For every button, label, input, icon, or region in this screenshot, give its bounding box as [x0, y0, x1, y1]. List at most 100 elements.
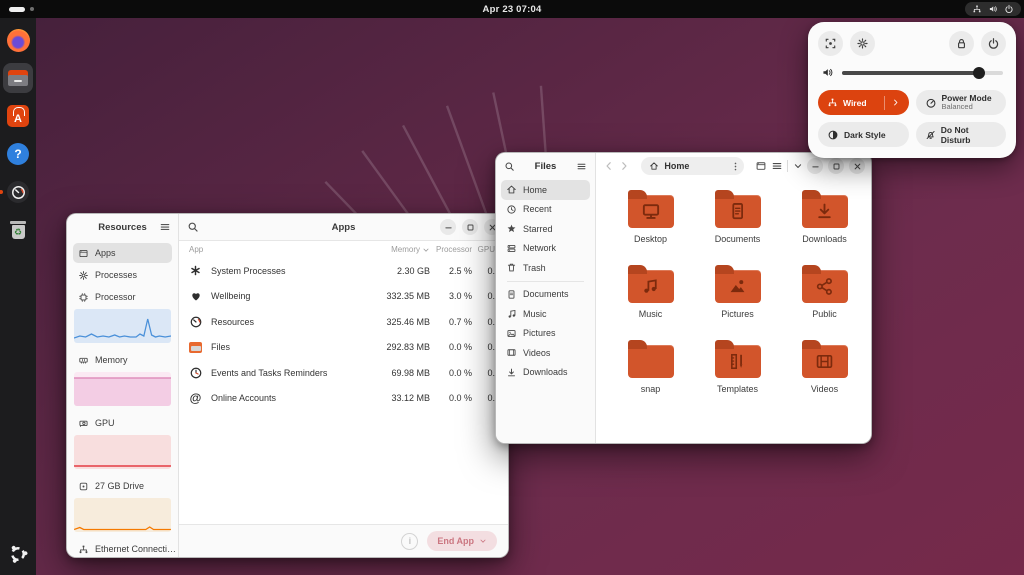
- files-window-title: Files: [535, 161, 557, 172]
- minimize-button[interactable]: [807, 158, 823, 174]
- table-row[interactable]: System Processes 2.30 GB 2.5 % 0.: [179, 258, 508, 284]
- folder-label: snap: [641, 384, 661, 394]
- maximize-button[interactable]: [462, 219, 478, 235]
- music-glyph-icon: [640, 276, 661, 297]
- power-mode-toggle[interactable]: Power Mode Balanced: [916, 90, 1007, 115]
- search-icon[interactable]: [187, 221, 199, 233]
- folder-icon: [802, 345, 848, 378]
- power-button[interactable]: [981, 31, 1006, 56]
- column-app[interactable]: App: [189, 245, 364, 254]
- table-row[interactable]: @ Online Accounts 33.12 MB 0.0 % 0.: [179, 386, 508, 412]
- files-app-icon: [8, 70, 28, 86]
- apps-table: System Processes 2.30 GB 2.5 % 0. Wellbe…: [179, 258, 508, 524]
- column-memory[interactable]: Memory: [364, 245, 430, 254]
- kebab-menu-icon[interactable]: [730, 161, 741, 172]
- download-icon: [506, 367, 517, 378]
- path-bar[interactable]: Home: [641, 157, 744, 175]
- processor-value: 0.0 %: [430, 393, 472, 403]
- power-icon: [987, 37, 1000, 50]
- workspace-active-pill[interactable]: [9, 7, 25, 12]
- dock-item-help[interactable]: ?: [3, 139, 33, 169]
- gpu-mini-chart: [74, 435, 171, 469]
- files-sidebar: Files Home Recent Starred Netw: [496, 153, 596, 443]
- wired-label: Wired: [843, 98, 867, 108]
- list-view-icon[interactable]: [770, 158, 784, 175]
- menu-icon[interactable]: [576, 161, 587, 172]
- resources-window: Resources Apps Processes Processor: [66, 213, 509, 558]
- screenshot-button[interactable]: [818, 31, 843, 56]
- column-processor[interactable]: Processor: [430, 245, 472, 254]
- sidebar-item-trash[interactable]: Trash: [501, 258, 590, 278]
- dock-item-resources[interactable]: [3, 177, 33, 207]
- chevron-right-icon[interactable]: [891, 98, 900, 107]
- gauge-icon: [187, 315, 204, 329]
- lock-button[interactable]: [949, 31, 974, 56]
- dock-item-trash[interactable]: ♻: [3, 215, 33, 245]
- folder-templates[interactable]: Templates: [694, 338, 781, 413]
- folder-videos[interactable]: Videos: [781, 338, 868, 413]
- folder-desktop[interactable]: Desktop: [607, 188, 694, 263]
- back-button[interactable]: [602, 158, 615, 174]
- workspace-dot[interactable]: [30, 7, 34, 11]
- volume-slider-knob[interactable]: [973, 67, 985, 79]
- sidebar-item-label: Processes: [95, 270, 137, 280]
- resources-sidebar-item-processor[interactable]: Processor: [73, 287, 172, 307]
- memory-value: 332.35 MB: [364, 291, 430, 301]
- table-row[interactable]: Resources 325.46 MB 0.7 % 0.: [179, 309, 508, 335]
- resources-sidebar-item-apps[interactable]: Apps: [73, 243, 172, 263]
- search-icon[interactable]: [504, 161, 515, 172]
- menu-icon[interactable]: [159, 221, 171, 233]
- table-row[interactable]: Wellbeing 332.35 MB 3.0 % 0.: [179, 284, 508, 310]
- folder-music[interactable]: Music: [607, 263, 694, 338]
- speaker-icon[interactable]: [821, 66, 834, 79]
- view-grid-icon[interactable]: [754, 158, 768, 175]
- resources-sidebar-item-ethernet[interactable]: Ethernet Connecti…: [73, 539, 172, 557]
- folder-downloads[interactable]: Downloads: [781, 188, 868, 263]
- sidebar-item-home[interactable]: Home: [501, 180, 590, 200]
- gear-icon: [856, 37, 869, 50]
- resources-sidebar: Resources Apps Processes Processor: [67, 214, 179, 557]
- folder-snap[interactable]: snap: [607, 338, 694, 413]
- table-row[interactable]: Files 292.83 MB 0.0 % 0.: [179, 335, 508, 361]
- dock: A ? ♻: [0, 18, 36, 575]
- resources-sidebar-item-memory[interactable]: Memory: [73, 350, 172, 370]
- sidebar-item-network[interactable]: Network: [501, 239, 590, 259]
- sidebar-item-starred[interactable]: Starred: [501, 219, 590, 239]
- folder-pictures[interactable]: Pictures: [694, 263, 781, 338]
- table-row[interactable]: Events and Tasks Reminders 69.98 MB 0.0 …: [179, 360, 508, 386]
- minimize-button[interactable]: [440, 219, 456, 235]
- do-not-disturb-label: Do Not Disturb: [941, 125, 997, 145]
- chevron-down-icon: [479, 537, 487, 545]
- maximize-button[interactable]: [828, 158, 844, 174]
- folder-documents[interactable]: Documents: [694, 188, 781, 263]
- settings-button[interactable]: [850, 31, 875, 56]
- end-app-button[interactable]: End App: [427, 531, 497, 551]
- dark-style-toggle[interactable]: Dark Style: [818, 122, 909, 147]
- sidebar-item-music[interactable]: Music: [501, 304, 590, 324]
- do-not-disturb-toggle[interactable]: Do Not Disturb: [916, 122, 1007, 147]
- running-indicator-dot: [0, 190, 3, 194]
- sidebar-item-pictures[interactable]: Pictures: [501, 324, 590, 344]
- sidebar-item-downloads[interactable]: Downloads: [501, 363, 590, 383]
- sidebar-item-videos[interactable]: Videos: [501, 343, 590, 363]
- forward-button[interactable]: [617, 158, 630, 174]
- resources-sidebar-item-processes[interactable]: Processes: [73, 265, 172, 285]
- view-options-chevron-icon[interactable]: [791, 158, 805, 175]
- close-button[interactable]: [849, 158, 865, 174]
- wired-toggle[interactable]: Wired: [818, 90, 909, 115]
- info-icon[interactable]: i: [401, 533, 418, 550]
- sidebar-item-recent[interactable]: Recent: [501, 200, 590, 220]
- folder-icon: [628, 345, 674, 378]
- dock-item-files[interactable]: [3, 63, 33, 93]
- system-tray[interactable]: [965, 2, 1021, 16]
- dock-item-show-apps[interactable]: [3, 539, 33, 569]
- folder-public[interactable]: Public: [781, 263, 868, 338]
- volume-slider[interactable]: [842, 71, 1003, 75]
- resources-sidebar-item-drive[interactable]: 27 GB Drive: [73, 476, 172, 496]
- dock-item-firefox[interactable]: [3, 25, 33, 55]
- resources-sidebar-item-gpu[interactable]: GPU: [73, 413, 172, 433]
- sidebar-item-documents[interactable]: Documents: [501, 285, 590, 305]
- workspace-indicator[interactable]: [9, 0, 34, 18]
- dock-item-app-center[interactable]: A: [3, 101, 33, 131]
- clock[interactable]: Apr 23 07:04: [483, 0, 542, 18]
